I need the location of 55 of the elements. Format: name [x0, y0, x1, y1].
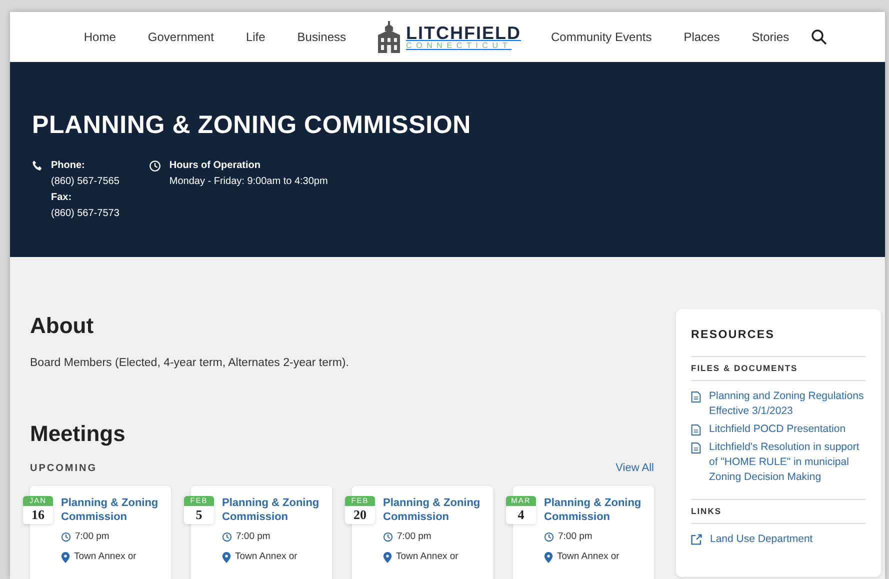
phone-icon [32, 160, 43, 171]
map-pin-icon [61, 552, 70, 563]
event-location: Town Annex or [557, 550, 620, 564]
clock-icon [383, 532, 393, 542]
search-icon[interactable] [811, 29, 828, 45]
clock-icon [61, 532, 71, 542]
page-title: PLANNING & ZONING COMMISSION [32, 110, 472, 140]
about-text: Board Members (Elected, 4-year term, Alternates 2-year term). [30, 356, 350, 372]
clock-icon [149, 160, 162, 172]
document-link[interactable]: Litchfield POCD Presentation [709, 422, 846, 437]
clock-icon [544, 532, 554, 542]
nav-link[interactable]: Community Events [535, 28, 668, 46]
event-time: 7:00 pm [236, 530, 270, 544]
resources-title: RESOURCES [691, 328, 776, 343]
event-time: 7:00 pm [558, 530, 592, 544]
document-icon [691, 424, 701, 436]
document-link[interactable]: Planning and Zoning Regulations Effective 3/1/2023 [709, 389, 866, 419]
document-icon [691, 442, 701, 454]
logo-link[interactable]: LITCHFIELD CONNECTICUT [376, 21, 521, 53]
map-pin-icon [544, 552, 553, 563]
about-heading: About [30, 313, 95, 340]
document-link[interactable]: Litchfield's Resolution in support of "HOME RULE" in municipal Zoning Decision Making [709, 440, 866, 485]
meetings-heading: Meetings [30, 420, 126, 448]
resources-section-heading: FILES & DOCUMENTS [691, 356, 866, 381]
phone-label: Phone: [51, 159, 86, 173]
town-hall-icon [376, 21, 402, 53]
nav-link[interactable]: Life [230, 28, 282, 46]
document-icon [691, 391, 701, 403]
nav-link[interactable]: Home [68, 28, 132, 46]
event-location: Town Annex or [396, 550, 458, 564]
section-label: UPCOMING [30, 462, 97, 476]
event-location: Town Annex or [74, 550, 136, 564]
nav-link[interactable]: Business [281, 28, 362, 46]
map-pin-icon [383, 552, 392, 563]
event-time: 7:00 pm [75, 530, 110, 544]
phone-number: (860) 567-7565 [51, 175, 120, 189]
external-link[interactable]: Land Use Department [710, 532, 813, 547]
event-title-link[interactable]: Planning & Zoning Commission [61, 496, 165, 524]
fax-number: (860) 567-7573 [51, 207, 120, 221]
event-time: 7:00 pm [397, 530, 432, 544]
clock-icon [222, 532, 232, 542]
map-pin-icon [222, 552, 231, 563]
event-title-link[interactable]: Planning & Zoning Commission [222, 496, 326, 524]
event-title-link[interactable]: Planning & Zoning Commission [383, 496, 487, 524]
view-all-link[interactable]: View All [616, 461, 654, 476]
resources-section-heading: LINKS [691, 499, 866, 524]
hours-text: Monday - Friday: 9:00am to 4:30pm [169, 175, 328, 189]
nav-link[interactable]: Stories [736, 28, 806, 46]
nav-link[interactable]: Places [668, 28, 736, 46]
nav-link[interactable]: Government [132, 28, 230, 46]
fax-label: Fax: [51, 191, 73, 205]
hours-label: Hours of Operation [169, 159, 262, 173]
external-link-icon [691, 534, 702, 545]
event-location: Town Annex or [235, 550, 298, 564]
event-title-link[interactable]: Planning & Zoning Commission [544, 496, 648, 524]
